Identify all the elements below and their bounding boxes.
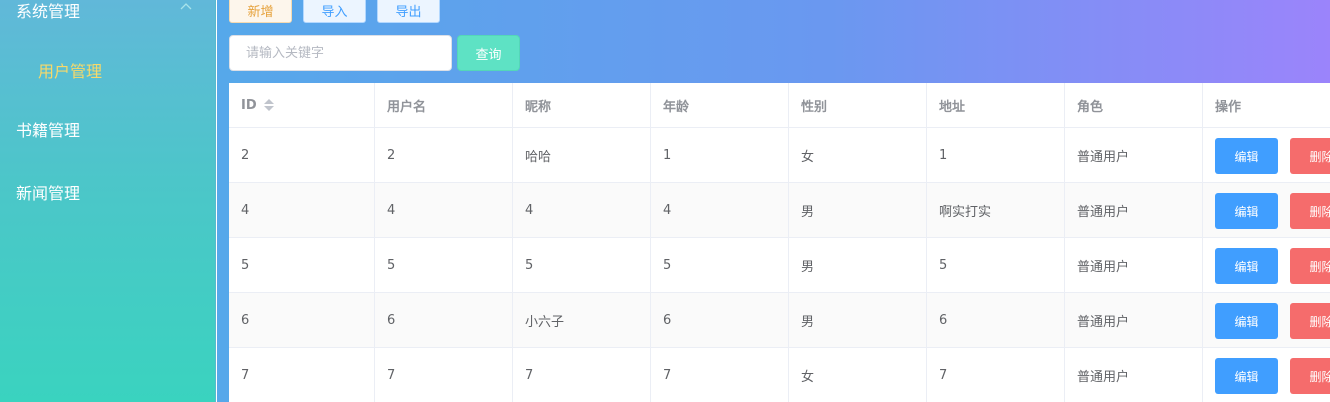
cell-age: 7	[651, 348, 789, 402]
cell-nickname: 哈哈	[513, 128, 651, 182]
import-button[interactable]: 导入	[303, 0, 366, 23]
edit-button[interactable]: 编辑	[1215, 303, 1278, 339]
add-button[interactable]: 新增	[229, 0, 292, 23]
cell-nickname: 5	[513, 238, 651, 292]
edit-button[interactable]: 编辑	[1215, 358, 1278, 394]
cell-id: 6	[229, 293, 375, 347]
cell-username: 2	[375, 128, 513, 182]
column-header-id[interactable]: ID	[229, 83, 375, 127]
cell-role: 普通用户	[1065, 238, 1203, 292]
table-row: 2 2 哈哈 1 女 1 普通用户 编辑 删除	[229, 128, 1330, 183]
column-header-age: 年龄	[651, 83, 789, 127]
column-header-role: 角色	[1065, 83, 1203, 127]
cell-id: 4	[229, 183, 375, 237]
sidebar-item-label: 新闻管理	[16, 184, 81, 203]
cell-role: 普通用户	[1065, 293, 1203, 347]
cell-address: 5	[927, 238, 1065, 292]
user-table: ID 用户名 昵称 年龄 性别 地址 角色 操作 2 2 哈哈 1 女 1 普通用户 编辑 删除…	[229, 83, 1330, 402]
edit-button[interactable]: 编辑	[1215, 138, 1278, 174]
cell-address: 啊实打实	[927, 183, 1065, 237]
cell-sex: 男	[789, 183, 927, 237]
delete-button[interactable]: 删除	[1290, 248, 1330, 284]
cell-sex: 女	[789, 128, 927, 182]
export-button[interactable]: 导出	[377, 0, 440, 23]
edit-button[interactable]: 编辑	[1215, 193, 1278, 229]
cell-role: 普通用户	[1065, 183, 1203, 237]
column-header-username: 用户名	[375, 83, 513, 127]
cell-age: 1	[651, 128, 789, 182]
table-row: 7 7 7 7 女 7 普通用户 编辑 删除	[229, 348, 1330, 402]
delete-button[interactable]: 删除	[1290, 193, 1330, 229]
edit-button[interactable]: 编辑	[1215, 248, 1278, 284]
sidebar-item-news-management[interactable]: 新闻管理	[16, 180, 80, 204]
cell-address: 7	[927, 348, 1065, 402]
column-header-nickname: 昵称	[513, 83, 651, 127]
query-button[interactable]: 查询	[457, 35, 520, 71]
sidebar-item-label: 用户管理	[38, 62, 103, 81]
cell-nickname: 7	[513, 348, 651, 402]
cell-address: 1	[927, 128, 1065, 182]
sidebar-item-label: 书籍管理	[16, 121, 81, 140]
table-row: 5 5 5 5 男 5 普通用户 编辑 删除	[229, 238, 1330, 293]
cell-role: 普通用户	[1065, 348, 1203, 402]
chevron-up-icon[interactable]	[179, 0, 193, 14]
cell-id: 2	[229, 128, 375, 182]
sidebar-item-user-management[interactable]: 用户管理	[38, 58, 102, 82]
cell-username: 7	[375, 348, 513, 402]
cell-age: 4	[651, 183, 789, 237]
cell-id: 7	[229, 348, 375, 402]
sort-caret-icon[interactable]	[263, 99, 274, 111]
delete-button[interactable]: 删除	[1290, 303, 1330, 339]
cell-age: 5	[651, 238, 789, 292]
cell-address: 6	[927, 293, 1065, 347]
sidebar: 系统管理 用户管理 书籍管理 新闻管理	[0, 0, 216, 402]
table-row: 4 4 4 4 男啊实打实 普通用户 编辑 删除	[229, 183, 1330, 238]
cell-sex: 男	[789, 238, 927, 292]
search-input[interactable]	[229, 35, 452, 71]
cell-username: 4	[375, 183, 513, 237]
sidebar-item-system-management[interactable]: 系统管理	[16, 0, 80, 22]
cell-sex: 女	[789, 348, 927, 402]
cell-role: 普通用户	[1065, 128, 1203, 182]
column-header-actions: 操作	[1215, 99, 1242, 115]
table-header: ID 用户名 昵称 年龄 性别 地址 角色 操作	[229, 83, 1330, 128]
delete-button[interactable]: 删除	[1290, 358, 1330, 394]
cell-sex: 男	[789, 293, 927, 347]
cell-nickname: 4	[513, 183, 651, 237]
cell-age: 6	[651, 293, 789, 347]
sidebar-item-label: 系统管理	[16, 2, 81, 21]
column-header-sex: 性别	[789, 83, 927, 127]
main-content: 新增 导入 导出 查询 ID 用户名 昵称 年龄 性别 地址 角色 操作 22哈…	[217, 0, 1330, 402]
cell-username: 5	[375, 238, 513, 292]
sidebar-item-book-management[interactable]: 书籍管理	[16, 117, 80, 141]
cell-nickname: 小六子	[513, 293, 651, 347]
cell-id: 5	[229, 238, 375, 292]
table-row: 6 6 小六子 6 男 6 普通用户 编辑 删除	[229, 293, 1330, 348]
cell-username: 6	[375, 293, 513, 347]
column-header-address: 地址	[927, 83, 1065, 127]
delete-button[interactable]: 删除	[1290, 138, 1330, 174]
